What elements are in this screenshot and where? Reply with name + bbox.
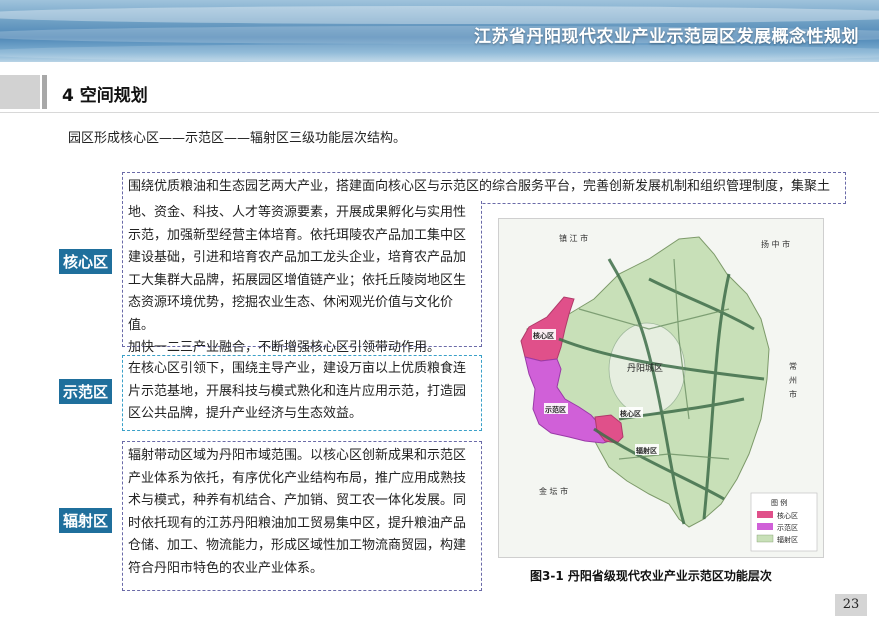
label-changzhou: 常州市 <box>789 362 797 399</box>
map-legend: 图 例 核心区 示范区 辐射区 <box>750 492 818 552</box>
radiation-zone-label: 辐射区 <box>59 508 113 533</box>
radiation-line: 时依托现有的江苏丹阳粮油加工贸易集中区，提升粮油产品 <box>128 515 467 531</box>
core-line: 建设基础，引进和培育农产品加工龙头企业，培育农产品加 <box>128 250 467 265</box>
section-marker-accent <box>42 75 47 109</box>
legend-label-demo: 示范区 <box>777 523 798 532</box>
core-zone-label: 核心区 <box>59 249 113 274</box>
legend-title: 图 例 <box>771 498 787 507</box>
label-danyang: 丹阳城区 <box>627 363 663 374</box>
demo-line: 区公共品牌，提升产业经济与生态效益。 <box>128 406 363 421</box>
legend-swatch-core <box>757 511 773 518</box>
label-zhenjiang: 镇 江 市 <box>559 233 588 243</box>
radiation-line: 产业体系为依托，有序优化产业结构布局，推广应用成熟技 <box>128 470 467 486</box>
label-core-south: 核心区 <box>620 409 641 418</box>
intro-text: 园区形成核心区——示范区——辐射区三级功能层次结构。 <box>68 131 407 146</box>
core-paragraph-line-1: 围绕优质粮油和生态园艺两大产业，搭建面向核心区与示范区的综合服务平台，完善创新发… <box>128 179 831 194</box>
demo-paragraph: 在核心区引领下，围绕主导产业，建设万亩以上优质粮食连 片示范基地，开展科技与模式… <box>128 358 478 426</box>
legend-swatch-radiation <box>756 534 774 543</box>
legend-label-radiation: 辐射区 <box>777 535 798 544</box>
label-demo: 示范区 <box>544 405 566 414</box>
core-line: 工大集群大品牌，拓展园区增值链产业；依托丘陵岗地区生 <box>128 272 467 288</box>
legend-label-core: 核心区 <box>777 511 798 520</box>
core-line: 示范，加强新型经营主体培育。依托珥陵农产品加工集中区 <box>128 227 467 243</box>
zoning-map-svg: 镇 江 市 扬 中 市 常州市 金 坛 市 丹阳城区 核心区 示范区 核心区 辐… <box>499 219 823 557</box>
zoning-map: 镇 江 市 扬 中 市 常州市 金 坛 市 丹阳城区 核心区 示范区 核心区 辐… <box>498 218 824 558</box>
label-core-north: 核心区 <box>533 331 554 340</box>
section-title: 4 空间规划 <box>62 86 148 106</box>
legend-swatch-demo <box>757 523 773 530</box>
document-title: 江苏省丹阳现代农业产业示范园区发展概念性规划 <box>474 27 859 47</box>
demo-line: 在核心区引领下，围绕主导产业，建设万亩以上优质粮食连 <box>128 361 467 376</box>
radiation-paragraph: 辐射带动区域为丹阳市域范围。以核心区创新成果和示范区 产业体系为依托，有序优化产… <box>128 445 478 580</box>
core-line: 地、资金、科技、人才等资源要素，开展成果孵化与实用性 <box>128 205 467 220</box>
demo-zone-label: 示范区 <box>59 379 113 404</box>
core-line: 态资源环境优势，挖掘农业生态、休闲观光价值与文化价值。 <box>128 295 454 333</box>
core-paragraph: 地、资金、科技、人才等资源要素，开展成果孵化与实用性 示范，加强新型经营主体培育… <box>128 202 478 360</box>
demo-line: 片示范基地，开展科技与模式熟化和连片应用示范，打造园 <box>128 383 467 399</box>
radiation-line: 符合丹阳市特色的农业产业体系。 <box>128 560 324 576</box>
label-yangzhong: 扬 中 市 <box>761 239 790 249</box>
page-number: 23 <box>835 594 867 616</box>
radiation-line: 辐射带动区域为丹阳市域范围。以核心区创新成果和示范区 <box>128 448 467 463</box>
radiation-line: 仓储、加工、物流能力，形成区域性加工物流商贸园，构建 <box>128 538 467 553</box>
label-radiation: 辐射区 <box>636 446 657 455</box>
label-jintan: 金 坛 市 <box>539 486 568 496</box>
header-banner: 江苏省丹阳现代农业产业示范园区发展概念性规划 <box>0 0 879 62</box>
radiation-line: 术与模式，种养有机结合、产加销、贸工农一体化发展。同 <box>128 493 467 508</box>
section-marker <box>0 75 40 109</box>
figure-caption: 图3-1 丹阳省级现代农业产业示范区功能层次 <box>530 569 772 583</box>
divider <box>0 112 879 113</box>
